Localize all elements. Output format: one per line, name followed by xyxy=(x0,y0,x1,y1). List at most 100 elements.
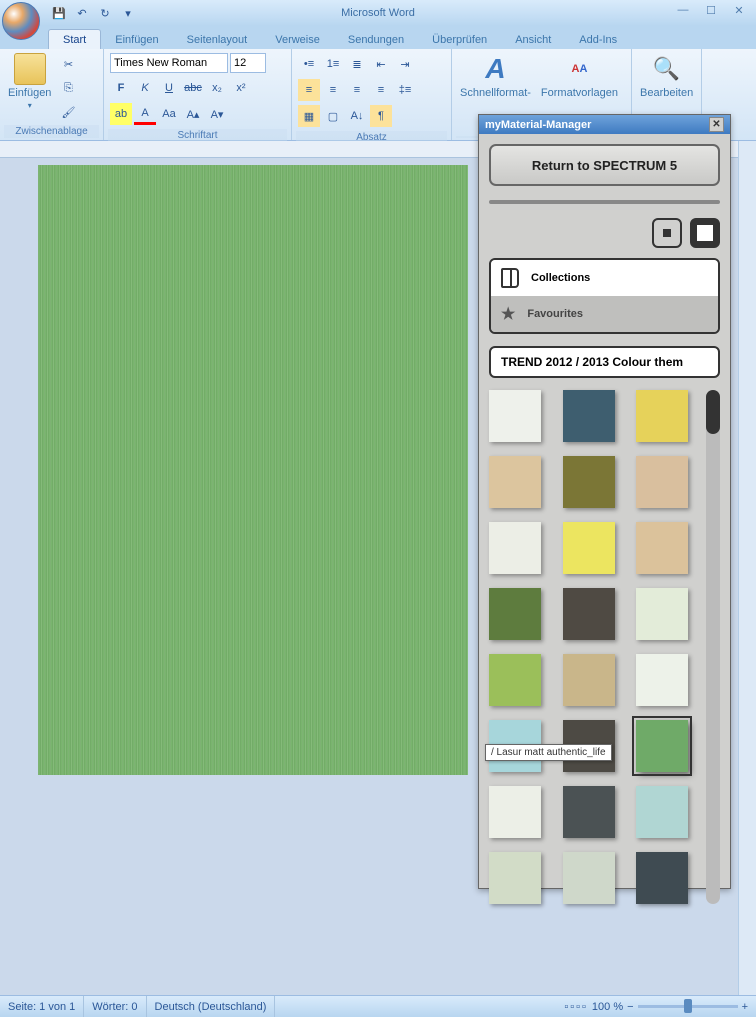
office-button[interactable] xyxy=(2,2,40,40)
highlight-button[interactable]: ab xyxy=(110,103,132,125)
change-styles-label: Formatvorlagen xyxy=(541,87,618,99)
zoom-out-button[interactable]: − xyxy=(627,1001,633,1013)
redo-icon[interactable]: ↻ xyxy=(94,2,116,24)
swatch-22[interactable] xyxy=(563,852,615,904)
font-family-select[interactable] xyxy=(110,53,228,73)
swatch-14[interactable] xyxy=(636,654,688,706)
swatch-23[interactable] xyxy=(636,852,688,904)
collection-title[interactable]: TREND 2012 / 2013 Colour them xyxy=(489,346,720,378)
favourites-tab[interactable]: ★ Favourites xyxy=(491,296,718,332)
view-small-button[interactable] xyxy=(652,218,682,248)
swatch-13[interactable] xyxy=(563,654,615,706)
editing-button[interactable]: 🔍 Bearbeiten xyxy=(636,51,697,101)
swatch-20[interactable] xyxy=(636,786,688,838)
tab-addins[interactable]: Add-Ins xyxy=(565,30,631,49)
change-styles-button[interactable]: AA Formatvorlagen xyxy=(537,51,622,101)
swatch-scrollbar[interactable] xyxy=(706,390,720,904)
maximize-button[interactable]: ☐ xyxy=(698,2,724,18)
tab-start[interactable]: Start xyxy=(48,29,101,49)
swatch-21[interactable] xyxy=(489,852,541,904)
swatch-9[interactable] xyxy=(489,588,541,640)
swatch-10[interactable] xyxy=(563,588,615,640)
show-marks-button[interactable]: ¶ xyxy=(370,105,392,127)
category-box: Collections ★ Favourites xyxy=(489,258,720,334)
editing-label: Bearbeiten xyxy=(640,87,693,99)
numbering-button[interactable]: 1≡ xyxy=(322,53,344,75)
view-large-button[interactable] xyxy=(690,218,720,248)
collections-tab[interactable]: Collections xyxy=(491,260,718,296)
grow-font-button[interactable]: A▴ xyxy=(182,103,204,125)
app-title: Microsoft Word xyxy=(341,7,415,19)
swatch-0[interactable] xyxy=(489,390,541,442)
underline-button[interactable]: U xyxy=(158,77,180,99)
minimize-button[interactable]: — xyxy=(670,2,696,18)
swatch-2[interactable] xyxy=(636,390,688,442)
zoom-in-button[interactable]: + xyxy=(742,1001,748,1013)
multilevel-button[interactable]: ≣ xyxy=(346,53,368,75)
align-left-button[interactable]: ≡ xyxy=(298,79,320,101)
align-center-button[interactable]: ≡ xyxy=(322,79,344,101)
panel-close-button[interactable]: ✕ xyxy=(709,117,724,132)
swatch-19[interactable] xyxy=(563,786,615,838)
paste-label: Einfügen xyxy=(8,87,51,99)
view-buttons-icon[interactable]: ▫▫▫▫ xyxy=(564,1001,588,1013)
change-case-button[interactable]: Aa xyxy=(158,103,180,125)
swatch-17[interactable] xyxy=(636,720,688,772)
borders-button[interactable]: ▢ xyxy=(322,105,344,127)
justify-button[interactable]: ≡ xyxy=(370,79,392,101)
swatch-8[interactable] xyxy=(636,522,688,574)
format-painter-icon[interactable]: 🖌 xyxy=(57,101,79,123)
copy-icon[interactable]: ⎘ xyxy=(57,77,79,99)
align-right-button[interactable]: ≡ xyxy=(346,79,368,101)
italic-button[interactable]: K xyxy=(134,77,156,99)
subscript-button[interactable]: x₂ xyxy=(206,77,228,99)
tab-uberprufen[interactable]: Überprüfen xyxy=(418,30,501,49)
tab-ansicht[interactable]: Ansicht xyxy=(501,30,565,49)
tab-seitenlayout[interactable]: Seitenlayout xyxy=(173,30,262,49)
status-words[interactable]: Wörter: 0 xyxy=(84,996,146,1017)
strike-button[interactable]: abc xyxy=(182,77,204,99)
tab-sendungen[interactable]: Sendungen xyxy=(334,30,418,49)
swatch-11[interactable] xyxy=(636,588,688,640)
swatch-7[interactable] xyxy=(563,522,615,574)
shrink-font-button[interactable]: A▾ xyxy=(206,103,228,125)
undo-icon[interactable]: ↶ xyxy=(71,2,93,24)
collections-icon xyxy=(501,268,519,288)
swatch-scroll-thumb[interactable] xyxy=(706,390,720,434)
swatch-3[interactable] xyxy=(489,456,541,508)
shading-button[interactable]: ▦ xyxy=(298,105,320,127)
swatch-5[interactable] xyxy=(636,456,688,508)
zoom-level[interactable]: 100 % xyxy=(592,1001,623,1013)
tab-einfugen[interactable]: Einfügen xyxy=(101,30,172,49)
bold-button[interactable]: F xyxy=(110,77,132,99)
qat-dropdown-icon[interactable]: ▾ xyxy=(117,2,139,24)
swatch-1[interactable] xyxy=(563,390,615,442)
bullets-button[interactable]: •≡ xyxy=(298,53,320,75)
vertical-scrollbar[interactable] xyxy=(738,141,756,995)
font-size-select[interactable] xyxy=(230,53,266,73)
quick-styles-button[interactable]: A Schnellformat- xyxy=(456,51,535,101)
status-page[interactable]: Seite: 1 von 1 xyxy=(0,996,84,1017)
statusbar: Seite: 1 von 1 Wörter: 0 Deutsch (Deutsc… xyxy=(0,995,756,1017)
save-icon[interactable]: 💾 xyxy=(48,2,70,24)
swatch-6[interactable] xyxy=(489,522,541,574)
swatch-4[interactable] xyxy=(563,456,615,508)
superscript-button[interactable]: x² xyxy=(230,77,252,99)
panel-titlebar[interactable]: myMaterial-Manager ✕ xyxy=(479,115,730,134)
tab-verweise[interactable]: Verweise xyxy=(261,30,334,49)
decrease-indent-button[interactable]: ⇤ xyxy=(370,53,392,75)
paste-button[interactable]: Einfügen ▾ xyxy=(4,51,55,112)
status-language[interactable]: Deutsch (Deutschland) xyxy=(147,996,276,1017)
line-spacing-button[interactable]: ‡≡ xyxy=(394,79,416,101)
document-page[interactable] xyxy=(38,165,468,775)
close-button[interactable]: ✕ xyxy=(726,2,752,18)
font-color-button[interactable]: A xyxy=(134,103,156,125)
swatch-18[interactable] xyxy=(489,786,541,838)
zoom-slider[interactable] xyxy=(638,1005,738,1008)
increase-indent-button[interactable]: ⇥ xyxy=(394,53,416,75)
cut-icon[interactable]: ✂ xyxy=(57,53,79,75)
sort-button[interactable]: A↓ xyxy=(346,105,368,127)
zoom-slider-thumb[interactable] xyxy=(684,999,692,1013)
return-button[interactable]: Return to SPECTRUM 5 xyxy=(489,144,720,186)
swatch-12[interactable] xyxy=(489,654,541,706)
